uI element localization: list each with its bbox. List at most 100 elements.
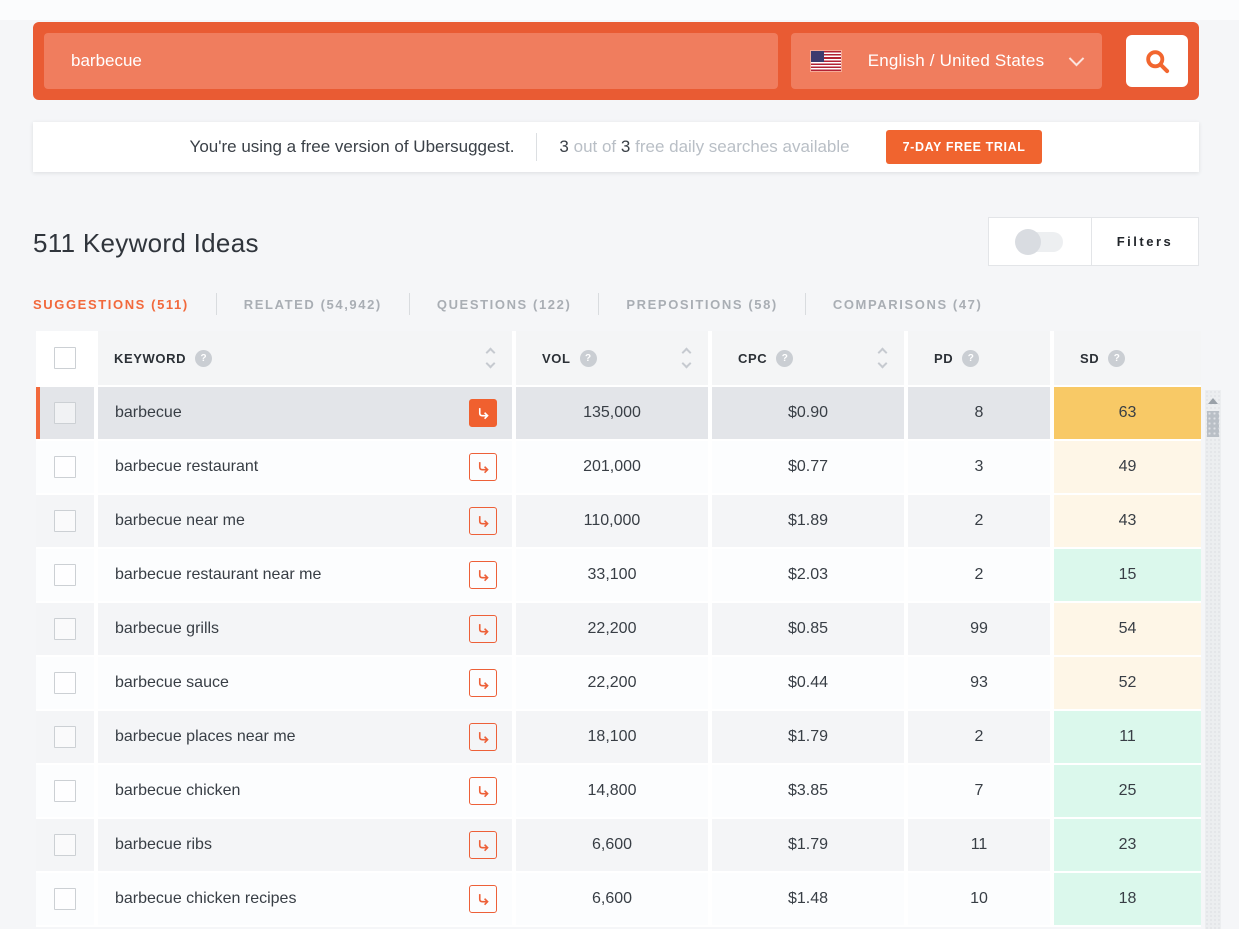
expand-keyword-button[interactable]: [469, 615, 497, 643]
volume-value: 6,600: [516, 873, 708, 925]
pd-value: 7: [908, 765, 1050, 817]
tab-related[interactable]: RELATED (54,942): [217, 297, 409, 312]
keyword-cell: barbecue chicken recipes: [98, 873, 512, 925]
tab-prepositions[interactable]: PREPOSITIONS (58): [599, 297, 804, 312]
keyword-text: barbecue near me: [98, 512, 245, 530]
row-checkbox-cell: [36, 765, 94, 817]
volume-value: 6,600: [516, 819, 708, 871]
table-header-row: KEYWORD ? VOL ? CPC ? PD ? SD ?: [36, 331, 1201, 385]
row-checkbox[interactable]: [54, 834, 76, 856]
scrollbar-thumb[interactable]: [1207, 411, 1219, 437]
row-checkbox[interactable]: [54, 780, 76, 802]
expand-keyword-button[interactable]: [469, 669, 497, 697]
us-flag-icon: [811, 51, 841, 71]
filters-button[interactable]: Filters: [1092, 218, 1198, 265]
row-checkbox[interactable]: [54, 564, 76, 586]
expand-keyword-button[interactable]: [469, 885, 497, 913]
sort-desc-icon: [486, 359, 496, 369]
row-checkbox[interactable]: [54, 510, 76, 532]
row-checkbox[interactable]: [54, 888, 76, 910]
free-version-banner: You're using a free version of Ubersugge…: [33, 122, 1199, 172]
expand-keyword-button[interactable]: [469, 399, 497, 427]
sort-asc-icon: [878, 348, 888, 358]
sd-value: 54: [1054, 603, 1201, 655]
scroll-up-arrow-icon[interactable]: [1208, 398, 1218, 404]
searches-total: 3: [621, 137, 630, 156]
keyword-text: barbecue ribs: [98, 836, 212, 854]
row-checkbox-cell: [36, 657, 94, 709]
row-checkbox-cell: [36, 387, 94, 439]
pd-help-icon[interactable]: ?: [962, 350, 979, 367]
table-row: barbecue 135,000 $0.90 8 63: [36, 387, 1201, 439]
keyword-table: KEYWORD ? VOL ? CPC ? PD ? SD ? barbec: [36, 331, 1201, 927]
tab-questions[interactable]: QUESTIONS (122): [410, 297, 599, 312]
sd-value: 18: [1054, 873, 1201, 925]
chevron-down-icon: [1069, 50, 1085, 66]
volume-value: 33,100: [516, 549, 708, 601]
free-trial-button[interactable]: 7-DAY FREE TRIAL: [886, 130, 1043, 164]
sd-help-icon[interactable]: ?: [1108, 350, 1125, 367]
vol-help-icon[interactable]: ?: [580, 350, 597, 367]
keyword-text: barbecue sauce: [98, 674, 229, 692]
expand-keyword-button[interactable]: [469, 561, 497, 589]
row-checkbox[interactable]: [54, 456, 76, 478]
arrow-branch-icon: [476, 730, 491, 745]
vol-header-cell: VOL ?: [516, 331, 708, 385]
cpc-header-cell: CPC ?: [712, 331, 904, 385]
expand-keyword-button[interactable]: [469, 777, 497, 805]
keyword-help-icon[interactable]: ?: [195, 350, 212, 367]
arrow-branch-icon: [476, 514, 491, 529]
volume-value: 22,200: [516, 603, 708, 655]
table-scrollbar[interactable]: [1205, 390, 1221, 929]
cpc-value: $0.77: [712, 441, 904, 493]
expand-keyword-button[interactable]: [469, 507, 497, 535]
pd-value: 3: [908, 441, 1050, 493]
expand-keyword-button[interactable]: [469, 453, 497, 481]
sort-asc-icon: [682, 348, 692, 358]
sd-value: 43: [1054, 495, 1201, 547]
keyword-cell: barbecue ribs: [98, 819, 512, 871]
table-row: barbecue restaurant near me 33,100 $2.03…: [36, 549, 1201, 601]
vol-sort-control[interactable]: [683, 349, 690, 367]
row-checkbox[interactable]: [54, 618, 76, 640]
volume-value: 110,000: [516, 495, 708, 547]
keyword-cell: barbecue chicken: [98, 765, 512, 817]
expand-keyword-button[interactable]: [469, 831, 497, 859]
sort-asc-icon: [486, 348, 496, 358]
pd-value: 93: [908, 657, 1050, 709]
toggle-knob[interactable]: [1015, 229, 1041, 255]
volume-value: 14,800: [516, 765, 708, 817]
pd-column-label: PD: [934, 351, 953, 366]
search-button[interactable]: [1126, 35, 1188, 87]
pd-value: 2: [908, 495, 1050, 547]
keyword-text: barbecue places near me: [98, 728, 296, 746]
cpc-value: $2.03: [712, 549, 904, 601]
keyword-header-cell: KEYWORD ?: [98, 331, 512, 385]
cpc-value: $1.89: [712, 495, 904, 547]
row-checkbox[interactable]: [54, 726, 76, 748]
volume-value: 201,000: [516, 441, 708, 493]
row-checkbox[interactable]: [54, 672, 76, 694]
keyword-cell: barbecue: [98, 387, 512, 439]
cpc-help-icon[interactable]: ?: [776, 350, 793, 367]
tab-suggestions[interactable]: SUGGESTIONS (511): [33, 297, 216, 312]
row-checkbox[interactable]: [54, 402, 76, 424]
filters-toggle[interactable]: [1017, 232, 1063, 252]
language-select[interactable]: English / United States: [791, 33, 1102, 89]
sort-desc-icon: [682, 359, 692, 369]
selected-row-indicator: [36, 387, 40, 439]
cpc-value: $1.79: [712, 819, 904, 871]
select-all-checkbox[interactable]: [54, 347, 76, 369]
row-checkbox-cell: [36, 873, 94, 925]
row-checkbox-cell: [36, 603, 94, 655]
table-row: barbecue near me 110,000 $1.89 2 43: [36, 495, 1201, 547]
keyword-search-input[interactable]: [44, 33, 778, 89]
expand-keyword-button[interactable]: [469, 723, 497, 751]
keyword-sort-control[interactable]: [487, 349, 494, 367]
keyword-cell: barbecue restaurant near me: [98, 549, 512, 601]
cpc-sort-control[interactable]: [879, 349, 886, 367]
tab-comparisons[interactable]: COMPARISONS (47): [806, 297, 1010, 312]
cpc-column-label: CPC: [738, 351, 767, 366]
keyword-cell: barbecue restaurant: [98, 441, 512, 493]
volume-value: 135,000: [516, 387, 708, 439]
